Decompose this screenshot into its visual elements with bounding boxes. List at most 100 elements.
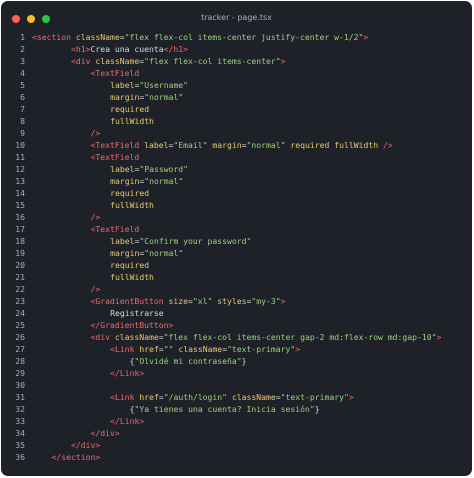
code-token: </Link> bbox=[110, 368, 145, 378]
code-token: <div bbox=[90, 332, 115, 342]
line-number: 5 bbox=[20, 80, 25, 90]
code-token: label bbox=[144, 140, 169, 150]
code-token: > bbox=[280, 56, 286, 66]
code-token: label bbox=[110, 80, 135, 90]
code-text: /> bbox=[91, 127, 101, 139]
code-line: 5 label="Username" bbox=[1, 79, 472, 91]
code-token: margin bbox=[212, 140, 242, 150]
code-token: <TextField bbox=[90, 140, 145, 150]
code-line: 2 <h1>Crea una cuenta</h1> bbox=[1, 43, 472, 55]
line-number: 28 bbox=[15, 356, 25, 366]
code-token: fullWidth bbox=[334, 140, 379, 150]
code-text: <h1>Crea una cuenta</h1> bbox=[71, 43, 188, 55]
line-number: 19 bbox=[15, 248, 25, 258]
code-line: 9 /> bbox=[1, 127, 472, 139]
code-token: label bbox=[110, 164, 135, 174]
code-token: <Link bbox=[110, 392, 140, 402]
code-token: required bbox=[110, 260, 150, 270]
line-number: 29 bbox=[15, 368, 25, 378]
code-text: label="Password" bbox=[110, 163, 188, 175]
code-text: required bbox=[110, 103, 149, 115]
code-text: margin="normal" bbox=[110, 91, 183, 103]
code-line: 30 bbox=[1, 379, 472, 391]
line-number: 35 bbox=[15, 440, 25, 450]
code-text: /> bbox=[91, 211, 101, 223]
code-line: 31 <Link href="/auth/login" className="te… bbox=[1, 391, 472, 403]
code-text: <section className="flex flex-col items-… bbox=[32, 31, 368, 43]
code-text: <Link href="/auth/login" className="text… bbox=[110, 391, 354, 403]
line-number: 4 bbox=[20, 68, 25, 78]
line-number: 36 bbox=[15, 452, 25, 462]
code-text: <div className="flex flex-col items-cent… bbox=[91, 331, 442, 343]
code-token: > bbox=[280, 296, 286, 306]
code-token: required bbox=[110, 104, 150, 114]
line-number: 22 bbox=[15, 284, 25, 294]
code-line: 20 required bbox=[1, 259, 472, 271]
code-token: fullWidth bbox=[110, 272, 154, 282]
line-number: 23 bbox=[15, 296, 25, 306]
code-token: "Confirm your password" bbox=[139, 236, 252, 246]
line-number: 26 bbox=[15, 332, 25, 342]
code-token: fullWidth bbox=[110, 116, 154, 126]
code-text: <TextField bbox=[91, 223, 140, 235]
code-text: required bbox=[110, 187, 149, 199]
code-text: <div className="flex flex-col items-cent… bbox=[71, 55, 285, 67]
code-text: label="Confirm your password" bbox=[110, 235, 251, 247]
code-token: "Ya tienes una cuenta? Inicia sesión" bbox=[134, 404, 315, 414]
code-text: <TextField bbox=[91, 151, 140, 163]
line-number: 34 bbox=[15, 428, 25, 438]
code-token: "normal" bbox=[246, 140, 286, 150]
code-line: 22 /> bbox=[1, 283, 472, 295]
code-token: <Link bbox=[110, 344, 140, 354]
code-line: 18 label="Confirm your password" bbox=[1, 235, 472, 247]
code-editor[interactable]: 1 <section className="flex flex-col items… bbox=[1, 31, 472, 463]
code-token: "xl" bbox=[192, 296, 213, 306]
code-token: "text-primary" bbox=[280, 392, 349, 402]
code-token: styles bbox=[217, 296, 247, 306]
code-line: 36 </section> bbox=[1, 451, 472, 463]
line-number: 9 bbox=[20, 128, 25, 138]
code-token: className bbox=[75, 32, 120, 42]
code-line: 23 <GradientButton size="xl" styles="my-3… bbox=[1, 295, 472, 307]
code-token: </Link> bbox=[110, 416, 145, 426]
code-text: fullWidth bbox=[110, 199, 154, 211]
code-token: "my-3" bbox=[251, 296, 281, 306]
line-number: 27 bbox=[15, 344, 25, 354]
code-token: "flex flex-col items-center gap-2 md:fle… bbox=[163, 332, 437, 342]
code-token: Registrarse bbox=[110, 308, 164, 318]
code-line: 11 <TextField bbox=[1, 151, 472, 163]
line-number: 18 bbox=[15, 236, 25, 246]
code-token: <div bbox=[71, 56, 96, 66]
code-token: "" bbox=[163, 344, 174, 354]
code-token: <TextField bbox=[90, 152, 140, 162]
line-number: 14 bbox=[15, 188, 25, 198]
code-line: 29 </Link> bbox=[1, 367, 472, 379]
code-line: 8 fullWidth bbox=[1, 115, 472, 127]
title-bar: tracker - page.tsx bbox=[1, 1, 472, 29]
code-line: 25 </GradientButton> bbox=[1, 319, 472, 331]
code-token: "Olvidé mi contraseña" bbox=[134, 356, 242, 366]
line-number: 2 bbox=[20, 44, 25, 54]
code-token: /> bbox=[382, 140, 393, 150]
code-token: Crea una cuenta bbox=[90, 44, 164, 54]
code-token: /> bbox=[90, 212, 101, 222]
code-token: > bbox=[348, 392, 354, 402]
code-text: </section> bbox=[52, 451, 101, 463]
line-number: 8 bbox=[20, 116, 25, 126]
code-token: size bbox=[168, 296, 189, 306]
code-line: 1 <section className="flex flex-col items… bbox=[1, 31, 472, 43]
code-line: 16 /> bbox=[1, 211, 472, 223]
code-text: /> bbox=[91, 283, 101, 295]
line-number: 7 bbox=[20, 104, 25, 114]
code-token: </div> bbox=[90, 428, 120, 438]
code-text: fullWidth bbox=[110, 271, 154, 283]
code-line: 35 </div> bbox=[1, 439, 472, 451]
code-token: "normal" bbox=[144, 248, 184, 258]
code-text: </Link> bbox=[110, 415, 144, 427]
code-text: {"Ya tienes una cuenta? Inicia sesión"} bbox=[130, 403, 320, 415]
code-text: fullWidth bbox=[110, 115, 154, 127]
code-token: > bbox=[363, 32, 369, 42]
code-token: "text-primary" bbox=[227, 344, 296, 354]
code-token: "normal" bbox=[144, 92, 184, 102]
code-token: className bbox=[95, 56, 140, 66]
